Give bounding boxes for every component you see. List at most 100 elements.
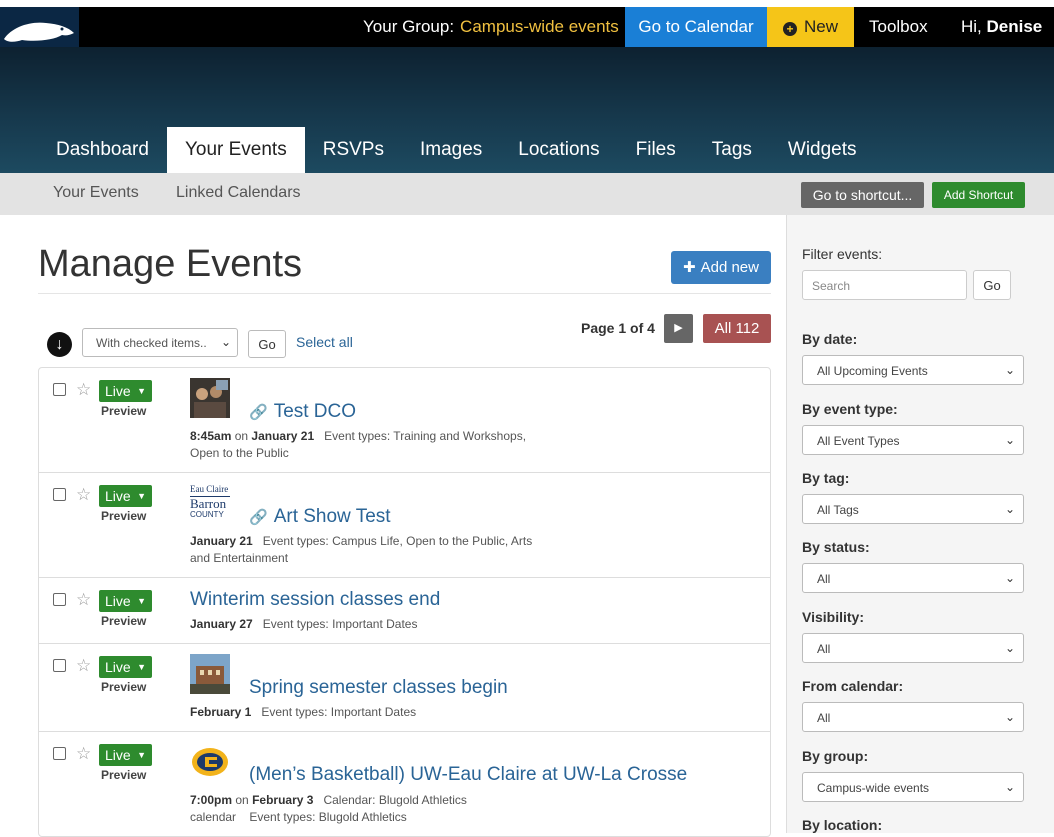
new-button-label: New	[804, 17, 839, 36]
star-icon[interactable]: ☆	[76, 381, 91, 398]
list-item: ☆ Live ▼ Preview Winterim session classes…	[39, 578, 770, 644]
status-dropdown[interactable]: Live ▼	[99, 485, 152, 507]
filter-status-select[interactable]: All ⌄	[802, 563, 1024, 593]
status-dropdown[interactable]: Live ▼	[99, 380, 152, 402]
page-title: Manage Events	[38, 243, 303, 285]
preview-link[interactable]: Preview	[101, 614, 146, 628]
event-checkbox[interactable]	[53, 747, 66, 760]
caret-down-icon: ▼	[137, 491, 146, 501]
go-to-shortcut-button[interactable]: Go to shortcut...	[801, 182, 924, 208]
filter-event-type-value: All Event Types	[817, 434, 900, 448]
status-label: Live	[105, 747, 131, 763]
event-meta: January 21 Event types: Campus Life, Ope…	[190, 533, 532, 567]
main-tabs: Dashboard Your Events RSVPs Images Locat…	[38, 127, 875, 173]
filter-visibility-value: All	[817, 642, 831, 656]
chevron-down-icon: ⌄	[1004, 571, 1015, 585]
logo[interactable]	[0, 7, 79, 47]
tab-images[interactable]: Images	[402, 127, 500, 173]
user-name: Denise	[986, 17, 1043, 36]
tab-locations[interactable]: Locations	[500, 127, 617, 173]
group-selector[interactable]: Your Group: Campus-wide events	[363, 17, 619, 37]
event-title-link[interactable]: 🔗 Test DCO	[249, 401, 356, 423]
event-title-link[interactable]: Spring semester classes begin	[249, 677, 508, 699]
event-checkbox[interactable]	[53, 659, 66, 672]
filter-group-select[interactable]: Campus-wide events ⌄	[802, 772, 1024, 802]
page-info: Page 1 of 4	[581, 320, 655, 336]
event-types-cont: Open to the Public	[190, 446, 289, 460]
bulk-go-button[interactable]: Go	[248, 330, 286, 358]
bulk-action-value: With checked items..	[96, 336, 207, 350]
event-time: 7:00pm	[190, 793, 233, 807]
group-value[interactable]: Campus-wide events	[460, 17, 619, 36]
tab-files[interactable]: Files	[618, 127, 694, 173]
go-to-calendar-button[interactable]: Go to Calendar	[625, 7, 767, 47]
filter-tag-label: By tag:	[802, 470, 850, 486]
star-icon[interactable]: ☆	[76, 486, 91, 503]
event-on: on	[235, 793, 249, 807]
event-checkbox[interactable]	[53, 488, 66, 501]
filter-tag-select[interactable]: All Tags ⌄	[802, 494, 1024, 524]
show-all-button[interactable]: All 112	[703, 314, 771, 343]
tab-widgets[interactable]: Widgets	[770, 127, 875, 173]
filter-visibility-select[interactable]: All ⌄	[802, 633, 1024, 663]
subnav-linked-calendars[interactable]: Linked Calendars	[176, 184, 301, 202]
status-dropdown[interactable]: Live ▼	[99, 744, 152, 766]
tab-rsvps[interactable]: RSVPs	[305, 127, 402, 173]
filter-date-select[interactable]: All Upcoming Events ⌄	[802, 355, 1024, 385]
select-all-link[interactable]: Select all	[296, 334, 353, 350]
filter-event-type-select[interactable]: All Event Types ⌄	[802, 425, 1024, 455]
caret-down-icon: ▼	[137, 750, 146, 760]
event-thumbnail	[190, 654, 230, 694]
chevron-down-icon: ⌄	[1004, 710, 1015, 724]
event-types-cont: and Entertainment	[190, 551, 289, 565]
add-new-button[interactable]: ✚ Add new	[671, 251, 771, 284]
status-label: Live	[105, 488, 131, 504]
preview-link[interactable]: Preview	[101, 680, 146, 694]
group-label: Your Group:	[363, 17, 455, 36]
star-icon[interactable]: ☆	[76, 745, 91, 762]
preview-link[interactable]: Preview	[101, 509, 146, 523]
event-meta: February 1 Event types: Important Dates	[190, 704, 416, 721]
chevron-down-icon: ⌄	[1004, 433, 1015, 447]
event-time: 8:45am	[190, 429, 232, 443]
status-dropdown[interactable]: Live ▼	[99, 656, 152, 678]
chevron-down-icon: ⌄	[220, 335, 231, 349]
list-item: ☆ Live ▼ Preview Spring semester classes …	[39, 644, 770, 732]
event-title-link[interactable]: Winterim session classes end	[190, 589, 440, 611]
star-icon[interactable]: ☆	[76, 591, 91, 608]
subnav-your-events[interactable]: Your Events	[53, 184, 139, 202]
blugold-logo-icon	[190, 742, 230, 782]
search-go-button[interactable]: Go	[973, 270, 1011, 300]
filter-calendar-value: All	[817, 711, 831, 725]
filter-calendar-select[interactable]: All ⌄	[802, 702, 1024, 732]
event-checkbox[interactable]	[53, 593, 66, 606]
preview-link[interactable]: Preview	[101, 404, 146, 418]
event-title-link[interactable]: 🔗 Art Show Test	[249, 506, 391, 528]
preview-link[interactable]: Preview	[101, 768, 146, 782]
filter-tag-value: All Tags	[817, 503, 859, 517]
tab-dashboard[interactable]: Dashboard	[38, 127, 167, 173]
status-label: Live	[105, 593, 131, 609]
filter-date-label: By date:	[802, 331, 858, 347]
status-dropdown[interactable]: Live ▼	[99, 590, 152, 612]
add-shortcut-button[interactable]: Add Shortcut	[932, 182, 1025, 208]
event-on: on	[234, 429, 249, 443]
search-input[interactable]: Search	[802, 270, 967, 300]
bulk-action-select[interactable]: With checked items.. ⌄	[82, 328, 238, 357]
next-page-button[interactable]: ▶	[664, 314, 693, 343]
toolbox-menu[interactable]: Toolbox	[869, 17, 928, 37]
chevron-down-icon: ⌄	[1004, 502, 1015, 516]
caret-down-icon: ▼	[137, 596, 146, 606]
star-icon[interactable]: ☆	[76, 657, 91, 674]
list-item: ☆ Live ▼ Preview 🔗 Test DCO 8:45am on Janu…	[39, 368, 770, 473]
tab-your-events[interactable]: Your Events	[166, 127, 305, 173]
chevron-down-icon: ⌄	[1004, 780, 1015, 794]
thumb-caption-mid: Barron	[190, 496, 230, 511]
thumb-caption-bottom: COUNTY	[190, 510, 224, 519]
tab-tags[interactable]: Tags	[694, 127, 770, 173]
chevron-down-icon: ⌄	[1004, 363, 1015, 377]
event-title-link[interactable]: (Men’s Basketball) UW-Eau Claire at UW-L…	[249, 764, 687, 786]
user-menu[interactable]: Hi, Denise	[961, 17, 1042, 37]
event-checkbox[interactable]	[53, 383, 66, 396]
new-button[interactable]: + New	[767, 7, 854, 47]
